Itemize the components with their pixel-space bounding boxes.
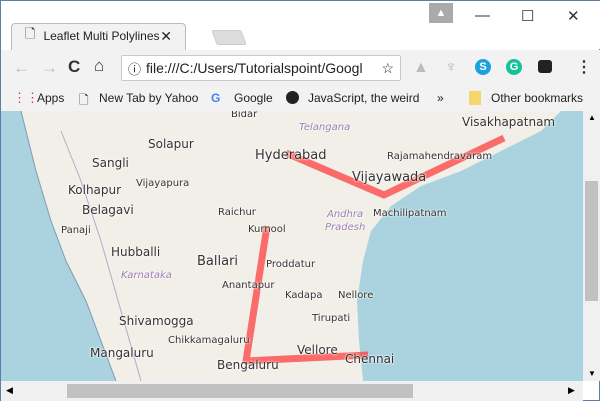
city-label: Mangaluru (90, 345, 154, 360)
city-label: Kurnool (248, 224, 286, 235)
city-label: Pradesh (325, 222, 366, 233)
drive-extension-icon[interactable]: ▲ (413, 59, 429, 77)
city-label: Bidar (231, 111, 258, 120)
close-window-icon[interactable]: ✕ (567, 7, 580, 25)
bookmark-yahoo[interactable]: New Tab by Yahoo (99, 91, 198, 105)
apps-icon: ⋮⋮ (13, 90, 39, 105)
city-label: Hubballi (111, 244, 161, 259)
bookmark-star-icon[interactable]: ☆ (381, 60, 394, 77)
city-label: Chennai (345, 351, 395, 366)
bookmark-apps[interactable]: Apps (37, 91, 64, 105)
city-label: Vellore (297, 342, 338, 357)
info-icon: ⓘ (128, 61, 142, 77)
city-label: Hyderabad (255, 148, 327, 164)
bookmark-google[interactable]: Google (234, 91, 273, 105)
city-label: Belagavi (82, 202, 134, 217)
profile-icon[interactable]: ▲ (429, 3, 453, 23)
google-icon: G (211, 91, 221, 105)
city-label: Machilipatnam (373, 208, 447, 219)
scroll-down-icon[interactable]: ▼ (588, 369, 596, 378)
city-label: Tirupati (312, 313, 351, 324)
bookmark-javascript[interactable]: JavaScript, the weird (308, 91, 419, 105)
city-label: Vijayapura (136, 178, 190, 189)
page-icon: 🗋 (79, 93, 89, 107)
tab-leaflet[interactable]: 🗋 Leaflet Multi Polylines ✕ (15, 23, 180, 49)
bookmarks-overflow[interactable]: » (437, 91, 444, 105)
city-label: Rajamahendravaram (387, 151, 493, 162)
city-label: Chikkamagaluru (168, 335, 250, 346)
horizontal-scrollbar[interactable]: ◀ ▶ (1, 381, 583, 401)
scroll-left-icon[interactable]: ◀ (6, 385, 13, 396)
reload-icon[interactable]: C (68, 57, 80, 77)
city-label: Proddatur (266, 259, 316, 270)
forward-icon[interactable]: → (41, 58, 58, 78)
city-label: Panaji (61, 225, 91, 236)
city-label: Andhra (327, 209, 364, 220)
close-tab-icon[interactable]: ✕ (160, 28, 172, 45)
skype-icon[interactable]: S (475, 59, 491, 75)
scroll-right-icon[interactable]: ▶ (568, 385, 575, 396)
home-icon[interactable]: ⌂ (94, 56, 104, 76)
vertical-scroll-thumb[interactable] (585, 181, 598, 301)
city-label: Sangli (92, 155, 129, 170)
horizontal-scroll-thumb[interactable] (67, 384, 413, 398)
vertical-scrollbar[interactable]: ▲ ▼ (583, 111, 600, 381)
back-icon[interactable]: ← (13, 58, 30, 78)
city-label: Kadapa (285, 290, 323, 301)
city-label: Telangana (299, 122, 351, 133)
city-label: Ballari (197, 254, 239, 270)
page-icon: 🗋 (25, 26, 36, 41)
grammarly-icon[interactable]: G (506, 59, 522, 75)
title-bar: 🗋 Leaflet Multi Polylines ✕ ▲ — ☐ ✕ (1, 1, 600, 50)
menu-icon[interactable]: ⋮ (576, 57, 592, 77)
address-bar[interactable]: ⓘ file:///C:/Users/Tutorialspoint/Googl … (121, 55, 401, 81)
city-label: Shivamogga (119, 313, 194, 328)
city-label: Bengaluru (217, 357, 279, 372)
map[interactable]: Bidar Telangana Visakhapatnam Solapur Hydera… (1, 111, 583, 381)
toolbar: ← → C ⌂ ⓘ file:///C:/Users/Tutorialspoin… (1, 50, 600, 86)
javascript-icon (286, 91, 299, 104)
other-bookmarks[interactable]: Other bookmarks (491, 91, 583, 105)
new-tab-button[interactable] (211, 30, 247, 45)
scroll-up-icon[interactable]: ▲ (588, 113, 596, 122)
city-label: Solapur (148, 136, 194, 151)
city-label: Raichur (218, 207, 256, 218)
maximize-icon[interactable]: ☐ (521, 7, 534, 25)
minimize-icon[interactable]: — (475, 7, 490, 24)
city-label: Karnataka (121, 270, 172, 281)
url-text: file:///C:/Users/Tutorialspoint/Googl (146, 60, 363, 76)
city-label: Vijayawada (352, 170, 427, 186)
city-label: Nellore (338, 290, 374, 301)
extension-icon[interactable]: ♆ (445, 59, 457, 77)
folder-icon (469, 91, 481, 105)
bookmarks-bar: ⋮⋮ Apps 🗋 New Tab by Yahoo G Google Java… (1, 86, 600, 111)
tab-title: Leaflet Multi Polylines (43, 29, 160, 43)
city-label: Kolhapur (68, 182, 122, 197)
city-label: Visakhapatnam (462, 114, 556, 129)
city-label: Anantapur (222, 280, 275, 291)
tab-extension-icon[interactable] (538, 60, 552, 73)
